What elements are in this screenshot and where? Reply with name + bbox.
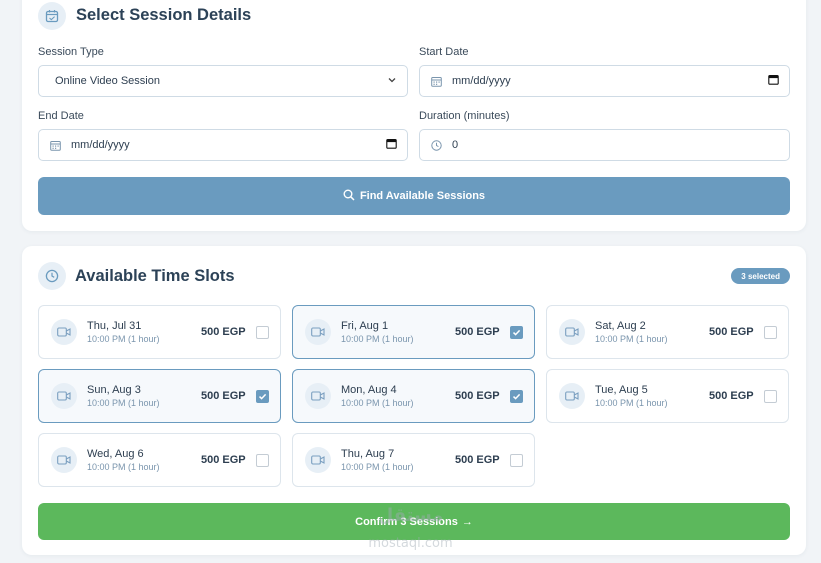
slot-price: 500 EGP [455, 326, 500, 338]
slot-checkbox[interactable] [510, 454, 523, 467]
slot-date: Sat, Aug 2 [595, 320, 646, 332]
slot-date: Fri, Aug 1 [341, 320, 389, 332]
clock-small-icon [430, 139, 442, 151]
slot-checkbox[interactable] [256, 326, 269, 339]
selected-count-badge: 3 selected [731, 268, 790, 284]
slot-price: 500 EGP [709, 326, 754, 338]
video-camera-icon [51, 383, 77, 409]
slot-date: Sun, Aug 3 [87, 384, 141, 396]
slot-price: 500 EGP [455, 390, 500, 402]
calendar-picker-icon[interactable] [386, 136, 397, 154]
slot-checkbox[interactable] [510, 390, 523, 403]
slot-date: Thu, Aug 7 [341, 448, 395, 460]
watermark-domain: mostaql.com [368, 536, 453, 551]
calendar-icon [38, 2, 66, 30]
duration-value: 0 [452, 139, 459, 151]
slot-time: 10:00 PM (1 hour) [341, 334, 414, 344]
video-camera-icon [51, 447, 77, 473]
end-date-placeholder: mm/dd/yyyy [71, 139, 130, 151]
session-type-select[interactable]: Online Video Session [38, 65, 408, 97]
time-slot-card[interactable]: Thu, Aug 7 10:00 PM (1 hour) 500 EGP [292, 433, 535, 487]
calendar-small-icon [49, 139, 61, 151]
section-title: Select Session Details [76, 6, 252, 24]
session-type-label: Session Type [38, 46, 104, 58]
session-type-value: Online Video Session [55, 75, 160, 87]
slot-time: 10:00 PM (1 hour) [87, 462, 160, 472]
start-date-label: Start Date [419, 46, 469, 58]
slot-price: 500 EGP [201, 390, 246, 402]
duration-input[interactable]: 0 [419, 129, 790, 161]
search-icon [343, 189, 355, 204]
end-date-label: End Date [38, 110, 84, 122]
watermark-logo: مستقل [377, 505, 444, 526]
start-date-placeholder: mm/dd/yyyy [452, 75, 511, 87]
slot-checkbox[interactable] [764, 326, 777, 339]
slot-date: Tue, Aug 5 [595, 384, 648, 396]
calendar-small-icon [430, 75, 442, 87]
time-slot-card[interactable]: Sat, Aug 2 10:00 PM (1 hour) 500 EGP [546, 305, 789, 359]
slot-time: 10:00 PM (1 hour) [87, 398, 160, 408]
time-slot-card[interactable]: Wed, Aug 6 10:00 PM (1 hour) 500 EGP [38, 433, 281, 487]
slot-time: 10:00 PM (1 hour) [341, 398, 414, 408]
slot-checkbox[interactable] [510, 326, 523, 339]
slot-time: 10:00 PM (1 hour) [595, 334, 668, 344]
duration-label: Duration (minutes) [419, 110, 510, 122]
section-title: Available Time Slots [75, 267, 235, 285]
time-slot-card[interactable]: Mon, Aug 4 10:00 PM (1 hour) 500 EGP [292, 369, 535, 423]
slot-time: 10:00 PM (1 hour) [595, 398, 668, 408]
time-slot-card[interactable]: Tue, Aug 5 10:00 PM (1 hour) 500 EGP [546, 369, 789, 423]
chevron-down-icon [387, 72, 397, 90]
video-camera-icon [51, 319, 77, 345]
slot-checkbox[interactable] [256, 454, 269, 467]
clock-icon [38, 262, 66, 290]
slot-checkbox[interactable] [256, 390, 269, 403]
slot-price: 500 EGP [709, 390, 754, 402]
video-camera-icon [305, 383, 331, 409]
slot-checkbox[interactable] [764, 390, 777, 403]
time-slot-card[interactable]: Sun, Aug 3 10:00 PM (1 hour) 500 EGP [38, 369, 281, 423]
calendar-picker-icon[interactable] [768, 72, 779, 90]
slot-time: 10:00 PM (1 hour) [341, 462, 414, 472]
video-camera-icon [305, 447, 331, 473]
slot-date: Thu, Jul 31 [87, 320, 142, 332]
video-camera-icon [559, 383, 585, 409]
video-camera-icon [305, 319, 331, 345]
session-details-card: Select Session Details Session Type Onli… [22, 0, 806, 231]
time-slot-card[interactable]: Thu, Jul 31 10:00 PM (1 hour) 500 EGP [38, 305, 281, 359]
slot-price: 500 EGP [201, 326, 246, 338]
start-date-input[interactable]: mm/dd/yyyy [419, 65, 790, 97]
slot-date: Wed, Aug 6 [87, 448, 144, 460]
end-date-input[interactable]: mm/dd/yyyy [38, 129, 408, 161]
slot-price: 500 EGP [201, 454, 246, 466]
time-slot-card[interactable]: Fri, Aug 1 10:00 PM (1 hour) 500 EGP [292, 305, 535, 359]
find-sessions-button[interactable]: Find Available Sessions [38, 177, 790, 215]
slot-price: 500 EGP [455, 454, 500, 466]
video-camera-icon [559, 319, 585, 345]
slot-time: 10:00 PM (1 hour) [87, 334, 160, 344]
find-sessions-label: Find Available Sessions [359, 190, 486, 202]
slot-date: Mon, Aug 4 [341, 384, 397, 396]
